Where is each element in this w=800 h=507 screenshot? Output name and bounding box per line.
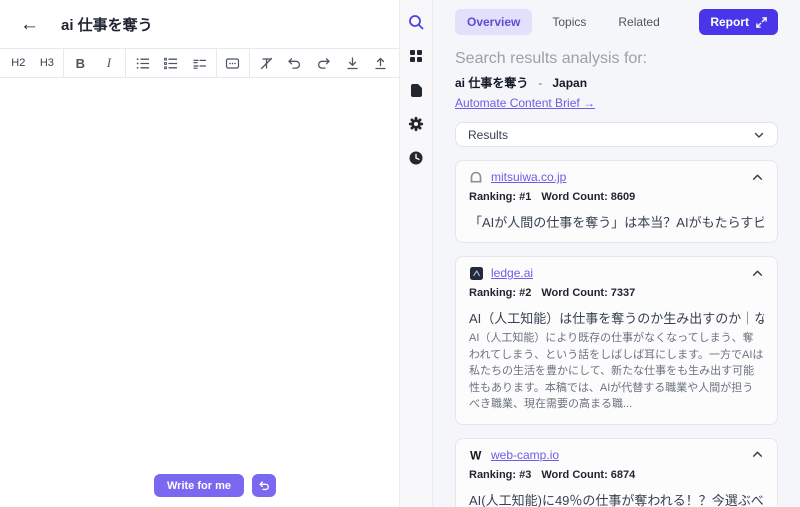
toolbar-divider — [249, 49, 250, 77]
heading2-button[interactable]: H2 — [4, 49, 33, 77]
search-icon[interactable] — [404, 10, 428, 34]
checklist-icon[interactable] — [185, 49, 214, 77]
tab-related[interactable]: Related — [606, 9, 671, 35]
editor-header: ← ai 仕事を奪う — [0, 0, 399, 48]
result-domain-link[interactable]: ledge.ai — [491, 266, 533, 280]
word-count-value: Word Count: 6874 — [541, 469, 635, 481]
analysis-panel: Overview Topics Related Report Search re… — [433, 0, 800, 507]
tab-topics[interactable]: Topics — [540, 9, 598, 35]
result-card: ledge.ai Ranking: #2 Word Count: 7337 AI… — [455, 256, 778, 425]
result-description: AI（人工知能）により既存の仕事がなくなってしまう、奪われてしまう、という話をし… — [469, 330, 764, 413]
chevron-up-icon[interactable] — [751, 448, 764, 461]
write-for-me-button[interactable]: Write for me — [154, 474, 244, 497]
card-meta: Ranking: #3 Word Count: 6874 — [469, 469, 764, 481]
undo-arrow-icon — [258, 480, 270, 492]
svg-text:W: W — [470, 448, 482, 462]
chevron-up-icon[interactable] — [751, 267, 764, 280]
tab-overview[interactable]: Overview — [455, 9, 532, 35]
clear-formatting-icon[interactable] — [252, 49, 281, 77]
query-region: Japan — [552, 76, 587, 90]
chevron-up-icon[interactable] — [751, 171, 764, 184]
results-dropdown-value: Results — [468, 128, 508, 142]
panel-tabs: Overview Topics Related Report — [455, 9, 778, 35]
app-window: ← ai 仕事を奪う H2 H3 B I — [0, 0, 800, 507]
editor-canvas[interactable] — [0, 78, 399, 507]
download-icon[interactable] — [338, 49, 367, 77]
favicon-ledge-icon — [469, 266, 483, 280]
result-title: 「AIが人間の仕事を奪う」は本当？AIがもたらすビジネスの変革 | ... — [469, 212, 764, 231]
gear-icon[interactable] — [404, 112, 428, 136]
card-meta: Ranking: #1 Word Count: 8609 — [469, 191, 764, 203]
numbered-list-icon[interactable] — [157, 49, 186, 77]
automate-content-brief-link[interactable]: Automate Content Brief → — [455, 96, 595, 110]
undo-icon[interactable] — [281, 49, 310, 77]
favicon-w-icon: W — [469, 448, 483, 462]
result-domain-link[interactable]: web-camp.io — [491, 448, 559, 462]
results-dropdown[interactable]: Results — [455, 122, 778, 147]
italic-button[interactable]: I — [95, 49, 124, 77]
chevron-down-icon — [753, 129, 765, 141]
apps-grid-icon[interactable] — [404, 44, 428, 68]
ranking-value: Ranking: #2 — [469, 287, 531, 299]
editor-toolbar: H2 H3 B I — [0, 48, 399, 78]
word-count-value: Word Count: 8609 — [541, 191, 635, 203]
favicon-arch-icon — [469, 170, 483, 184]
result-title: AI(人工知能)に49％の仕事が奪われる！？今選ぶべき4つの新しい... — [469, 490, 764, 507]
editor-pane: ← ai 仕事を奪う H2 H3 B I — [0, 0, 399, 507]
report-button-label: Report — [710, 15, 749, 29]
ranking-value: Ranking: #3 — [469, 469, 531, 481]
result-card: mitsuiwa.co.jp Ranking: #1 Word Count: 8… — [455, 160, 778, 243]
comment-icon[interactable] — [219, 49, 248, 77]
tool-rail — [399, 0, 433, 507]
upload-icon[interactable] — [366, 49, 395, 77]
card-header: W web-camp.io — [469, 448, 764, 462]
card-header: ledge.ai — [469, 266, 764, 280]
result-domain-link[interactable]: mitsuiwa.co.jp — [491, 170, 566, 184]
undo-write-button[interactable] — [252, 474, 276, 497]
expand-icon — [756, 17, 767, 28]
bold-button[interactable]: B — [66, 49, 95, 77]
result-card: W web-camp.io Ranking: #3 Word Count: 68… — [455, 438, 778, 507]
analysis-heading: Search results analysis for: — [455, 50, 778, 68]
toolbar-divider — [216, 49, 217, 77]
report-button[interactable]: Report — [699, 9, 778, 35]
document-title[interactable]: ai 仕事を奪う — [61, 14, 153, 35]
query-keyword: ai 仕事を奪う — [455, 74, 528, 91]
editor-actions: Write for me — [154, 474, 276, 497]
result-title: AI（人工知能）は仕事を奪うのか生み出すのか｜なくなる仕事・新... — [469, 308, 764, 327]
query-separator: - — [538, 76, 542, 90]
card-header: mitsuiwa.co.jp — [469, 170, 764, 184]
heading3-button[interactable]: H3 — [33, 49, 62, 77]
query-row: ai 仕事を奪う - Japan — [455, 74, 778, 91]
toolbar-divider — [125, 49, 126, 77]
redo-icon[interactable] — [309, 49, 338, 77]
card-meta: Ranking: #2 Word Count: 7337 — [469, 287, 764, 299]
bullet-list-icon[interactable] — [128, 49, 157, 77]
back-icon[interactable]: ← — [20, 15, 39, 34]
clock-icon[interactable] — [404, 146, 428, 170]
toolbar-divider — [63, 49, 64, 77]
ranking-value: Ranking: #1 — [469, 191, 531, 203]
document-icon[interactable] — [404, 78, 428, 102]
word-count-value: Word Count: 7337 — [541, 287, 635, 299]
